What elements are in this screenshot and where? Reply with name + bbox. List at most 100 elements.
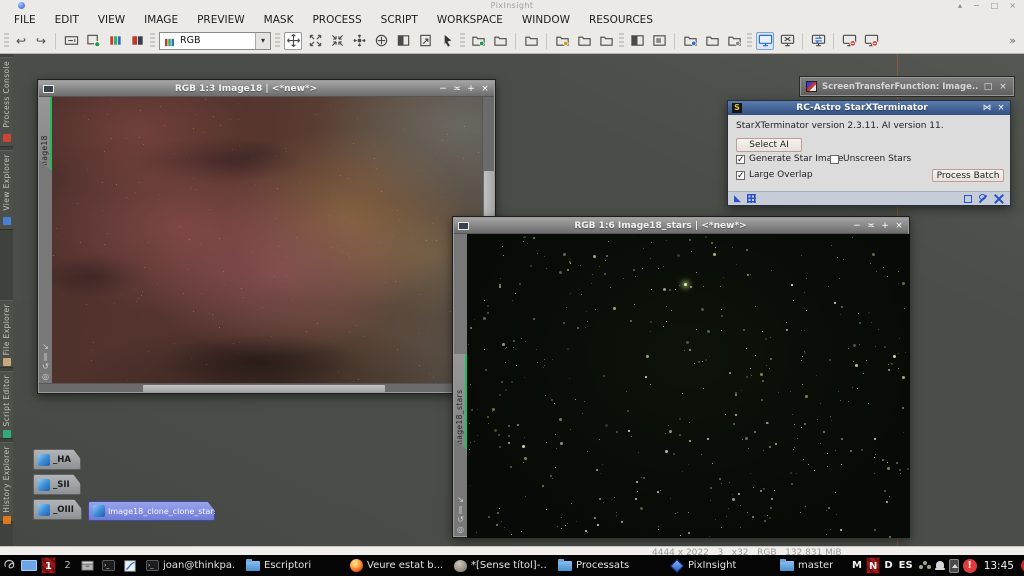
view-mode-icon-1[interactable] — [681, 32, 699, 50]
process-revert-icon[interactable] — [597, 32, 615, 50]
stf-window-titlebar[interactable]: ScreenTransferFunction: Image... □ × — [800, 77, 1014, 96]
resize-icon[interactable]: ↘ — [42, 342, 49, 351]
battery-icon[interactable] — [949, 559, 959, 573]
edit-preferences-icon[interactable] — [978, 194, 988, 204]
stf-disable-icon[interactable] — [778, 32, 796, 50]
fit-view-button[interactable]: ≍ — [452, 82, 462, 96]
pointer-tool-icon[interactable] — [438, 32, 456, 50]
archive-launcher-icon[interactable] — [79, 558, 96, 574]
view-tab-image18[interactable]: Image18 — [39, 97, 52, 171]
menu-item-preview[interactable]: PREVIEW — [197, 14, 245, 26]
task-button-veure-estat-b[interactable]: Veure estat b... — [346, 557, 446, 575]
expand-mode-icon[interactable] — [306, 32, 324, 50]
iconize-button[interactable]: − — [852, 219, 862, 233]
checkbox-box[interactable]: ✓ — [736, 155, 745, 164]
window-menu-icon[interactable] — [3, 556, 17, 575]
file-save-icon[interactable] — [469, 32, 487, 50]
stf-maximize-button[interactable]: □ — [983, 80, 993, 94]
zoom-button[interactable]: + — [880, 219, 890, 233]
stf-delete-icon[interactable] — [862, 32, 880, 50]
menu-item-script[interactable]: SCRIPT — [381, 14, 418, 26]
menu-item-view[interactable]: VIEW — [98, 14, 125, 26]
redo-icon[interactable]: ↪ — [33, 34, 49, 48]
file-history-icon[interactable] — [522, 32, 540, 50]
image-canvas-image18-stars[interactable] — [467, 234, 910, 538]
menu-item-image[interactable]: IMAGE — [144, 14, 178, 26]
task-button-joan-thinkpa[interactable]: ›_joan@thinkpa... — [142, 557, 238, 575]
stf-enable-icon[interactable] — [756, 32, 774, 50]
menu-item-resources[interactable]: RESOURCES — [589, 14, 653, 26]
toolbar-drag-handle[interactable] — [460, 33, 465, 49]
terminal-launcher-icon[interactable]: ›_ — [100, 558, 117, 574]
sidebar-tab-view-explorer[interactable]: View Explorer — [0, 150, 13, 230]
checkbox-box[interactable]: ✓ — [736, 171, 745, 180]
desktop-pager-icon[interactable] — [21, 560, 37, 571]
toolbar-drag-handle[interactable] — [275, 33, 280, 49]
toolbar-drag-handle[interactable] — [150, 33, 155, 49]
readout-tool-icon[interactable] — [416, 32, 434, 50]
app-minimize-button[interactable]: − — [973, 0, 980, 11]
task-button-escriptori[interactable]: Escriptori — [242, 557, 322, 575]
window-corner-tools[interactable]: ↘ ∥ ↺ ◎ — [39, 342, 52, 381]
checkbox-large-overlap[interactable]: ✓Large Overlap — [736, 170, 813, 180]
tray-indicator-m[interactable]: M — [850, 557, 864, 574]
tray-indicator-n[interactable]: N — [866, 557, 880, 574]
iconized-view-ha[interactable]: _HA — [33, 449, 81, 470]
horizontal-scrollbar-thumb[interactable] — [143, 385, 385, 392]
sidebar-tab-script-editor[interactable]: Script Editor — [0, 371, 13, 439]
tray-indicator-es[interactable]: ES — [897, 557, 915, 574]
pause-icon[interactable]: ∥ — [459, 505, 463, 514]
select-ai-button[interactable]: Select AI — [736, 138, 802, 152]
stf-close-button[interactable]: × — [998, 80, 1008, 94]
toolbar-overflow-chevron[interactable]: » — [1009, 34, 1020, 47]
dialog-titlebar[interactable]: S RC-Astro StarXTerminator ⋈ × — [728, 101, 1010, 115]
close-button[interactable]: × — [480, 82, 490, 96]
process-batch-button[interactable]: Process Batch — [932, 169, 1004, 182]
iconize-button[interactable]: − — [438, 82, 448, 96]
file-edit-icon[interactable] — [491, 32, 509, 50]
notifications-icon[interactable] — [935, 560, 945, 571]
zoom-button[interactable]: + — [466, 82, 476, 96]
alert-icon[interactable]: ! — [963, 559, 977, 573]
workspace-2-button[interactable]: 2 — [60, 557, 75, 574]
toolbar-drag-handle[interactable] — [619, 33, 624, 49]
fit-view-button[interactable]: ≍ — [866, 219, 876, 233]
checkbox-box[interactable] — [830, 155, 839, 164]
pause-icon[interactable]: ∥ — [44, 352, 48, 361]
menu-item-window[interactable]: WINDOW — [522, 14, 570, 26]
contract-mode-icon[interactable] — [328, 32, 346, 50]
view-mode-icon-2[interactable] — [703, 32, 721, 50]
global-apply-icon[interactable] — [964, 195, 972, 203]
window-titlebar[interactable]: RGB 1:3 Image18 | <*new*> − ≍ + × — [39, 81, 494, 97]
sync-icon[interactable]: ↺ — [42, 362, 49, 371]
target-icon[interactable]: ◎ — [42, 372, 49, 381]
view-tab-image18-stars[interactable]: Image18_stars — [454, 354, 467, 450]
pan-tool-icon[interactable] — [350, 32, 368, 50]
tray-app-icon[interactable] — [919, 561, 931, 571]
iconized-view-sii[interactable]: _SII — [33, 474, 81, 495]
sync-icon[interactable]: ↺ — [457, 515, 464, 524]
rgb-channels-icon[interactable] — [106, 32, 124, 50]
iconized-view-oiii[interactable]: _OIII — [33, 499, 82, 520]
image-window-image18[interactable]: RGB 1:3 Image18 | <*new*> − ≍ + × Image1… — [37, 79, 496, 394]
dialog-close-button[interactable]: × — [996, 101, 1006, 115]
target-icon[interactable]: ◎ — [457, 525, 464, 534]
browse-documentation-icon[interactable] — [747, 194, 756, 203]
menu-item-file[interactable]: FILE — [14, 14, 36, 26]
reset-icon[interactable] — [994, 194, 1004, 204]
image-window-image18-stars[interactable]: RGB 1:6 Image18_stars | <*new*> − ≍ + × … — [452, 216, 910, 538]
identifier-icon[interactable] — [62, 32, 80, 50]
sidebar-tab-file-explorer[interactable]: File Explorer — [0, 300, 13, 368]
preview-mode-icon[interactable] — [650, 32, 668, 50]
clock[interactable]: 13:45 — [981, 560, 1017, 572]
window-titlebar[interactable]: RGB 1:6 Image18_stars | <*new*> − ≍ + × — [454, 218, 908, 234]
close-button[interactable]: × — [894, 219, 904, 233]
stf-reset-icon[interactable] — [840, 32, 858, 50]
task-button-sense-t-tol[interactable]: *[Sense títol]-... — [450, 557, 550, 575]
combo-arrow-icon[interactable]: ▾ — [255, 33, 270, 49]
process-open-icon[interactable] — [553, 32, 571, 50]
undo-icon[interactable]: ↩ — [13, 34, 29, 48]
horizontal-scrollbar[interactable] — [39, 383, 494, 392]
toolbar-drag-handle[interactable] — [747, 33, 752, 49]
move-tool-icon[interactable] — [284, 32, 302, 50]
